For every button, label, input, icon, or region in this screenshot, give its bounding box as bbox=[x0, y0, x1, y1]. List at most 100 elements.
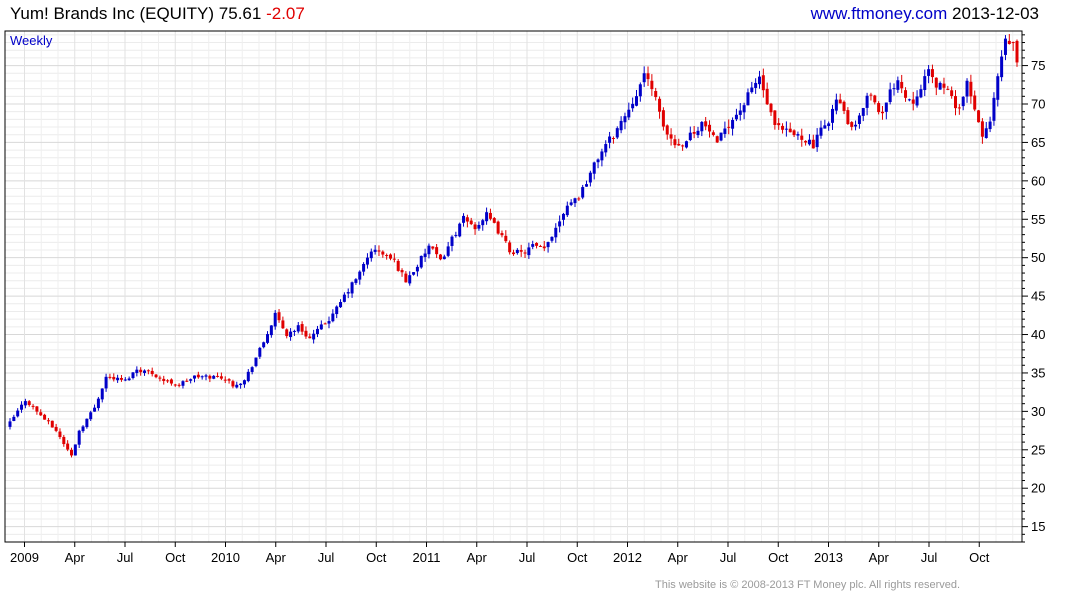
candle-body bbox=[158, 377, 162, 379]
candle-body bbox=[169, 379, 173, 384]
candle-body bbox=[627, 109, 631, 118]
candle-body bbox=[1011, 42, 1015, 44]
candle-body bbox=[162, 378, 166, 382]
y-axis: 15 20 25 30 35 40 45 50 55 60 65 70 75 bbox=[1022, 34, 1045, 543]
candle-body bbox=[600, 151, 604, 161]
candle-body bbox=[346, 292, 350, 294]
candle-body bbox=[415, 266, 419, 272]
candle-body bbox=[838, 99, 842, 104]
candle-body bbox=[404, 273, 408, 283]
y-tick-label: 20 bbox=[1031, 481, 1045, 496]
candle-body bbox=[846, 110, 850, 125]
candle-body bbox=[488, 212, 492, 219]
candle-body bbox=[531, 244, 535, 247]
candle-body bbox=[335, 306, 339, 315]
candle-body bbox=[550, 236, 554, 241]
candle-body bbox=[223, 379, 227, 381]
candle-body bbox=[16, 410, 20, 417]
candle-body bbox=[561, 213, 565, 220]
candle-body bbox=[481, 220, 485, 226]
candle-body bbox=[315, 328, 319, 335]
candle-body bbox=[20, 404, 24, 410]
candle-body bbox=[427, 245, 431, 255]
candle-body bbox=[934, 77, 938, 88]
candle-body bbox=[85, 418, 89, 428]
candle-body bbox=[711, 132, 715, 135]
candle-body bbox=[608, 136, 612, 143]
x-tick-label: Oct bbox=[567, 550, 588, 565]
x-tick-label: Jul bbox=[519, 550, 536, 565]
candle-body bbox=[796, 134, 800, 136]
x-tick-label: Jul bbox=[117, 550, 134, 565]
candle-body bbox=[573, 198, 577, 204]
candle-body bbox=[273, 312, 277, 327]
candle-body bbox=[365, 257, 369, 265]
candle-body bbox=[704, 121, 708, 127]
candle-body bbox=[89, 412, 93, 420]
candle-body bbox=[12, 416, 16, 421]
candle-body bbox=[46, 420, 50, 422]
candle-body bbox=[757, 76, 761, 85]
candle-body bbox=[1015, 40, 1019, 63]
candle-body bbox=[412, 272, 416, 275]
candle-body bbox=[500, 233, 504, 236]
candle-body bbox=[834, 99, 838, 111]
candle-body bbox=[969, 81, 973, 97]
candle-body bbox=[143, 370, 147, 373]
candle-body bbox=[996, 76, 1000, 100]
candle-body bbox=[585, 184, 589, 187]
candle-body bbox=[946, 88, 950, 90]
candle-body bbox=[81, 426, 85, 432]
candle-body bbox=[927, 69, 931, 76]
candle-body bbox=[930, 69, 934, 78]
candle-body bbox=[634, 96, 638, 106]
candle-body bbox=[896, 80, 900, 90]
x-tick-label: 2009 bbox=[10, 550, 39, 565]
x-tick-label: Oct bbox=[165, 550, 186, 565]
candle-body bbox=[911, 99, 915, 104]
candle-body bbox=[523, 252, 527, 254]
candle-body bbox=[396, 260, 400, 271]
candle-body bbox=[119, 377, 123, 380]
candle-body bbox=[208, 375, 212, 379]
candle-body bbox=[542, 246, 546, 249]
candle-body bbox=[769, 103, 773, 113]
candle-body bbox=[43, 414, 47, 420]
candle-body bbox=[642, 73, 646, 83]
candle-body bbox=[888, 89, 892, 103]
candle-body bbox=[546, 242, 550, 248]
candle-body bbox=[957, 107, 961, 109]
candle-body bbox=[408, 275, 412, 284]
candle-body bbox=[258, 347, 262, 357]
candle-body bbox=[454, 235, 458, 237]
candle-body bbox=[665, 125, 669, 135]
candle-body bbox=[992, 97, 996, 121]
candle-body bbox=[362, 263, 366, 272]
candle-body bbox=[177, 384, 181, 386]
candle-body bbox=[869, 94, 873, 96]
x-tick-label: Apr bbox=[266, 550, 287, 565]
x-tick-label: Oct bbox=[366, 550, 387, 565]
candle-body bbox=[515, 249, 519, 254]
candle-body bbox=[819, 127, 823, 136]
candle-body bbox=[108, 376, 112, 378]
candle-body bbox=[431, 246, 435, 249]
candle-body bbox=[646, 73, 650, 80]
y-tick-label: 35 bbox=[1031, 365, 1045, 380]
candle-body bbox=[577, 198, 581, 200]
candle-body bbox=[438, 254, 442, 260]
candle-body bbox=[31, 405, 35, 407]
candle-body bbox=[615, 128, 619, 138]
candle-body bbox=[942, 83, 946, 88]
candle-body bbox=[289, 331, 293, 338]
candle-body bbox=[477, 224, 481, 229]
candle-body bbox=[69, 449, 73, 456]
candle-body bbox=[965, 80, 969, 97]
x-tick-label: Apr bbox=[65, 550, 86, 565]
candle-body bbox=[938, 82, 942, 90]
candle-body bbox=[677, 143, 681, 146]
candle-body bbox=[873, 95, 877, 103]
candle-body bbox=[400, 270, 404, 273]
candle-body bbox=[139, 369, 143, 373]
candle-body bbox=[761, 75, 765, 91]
